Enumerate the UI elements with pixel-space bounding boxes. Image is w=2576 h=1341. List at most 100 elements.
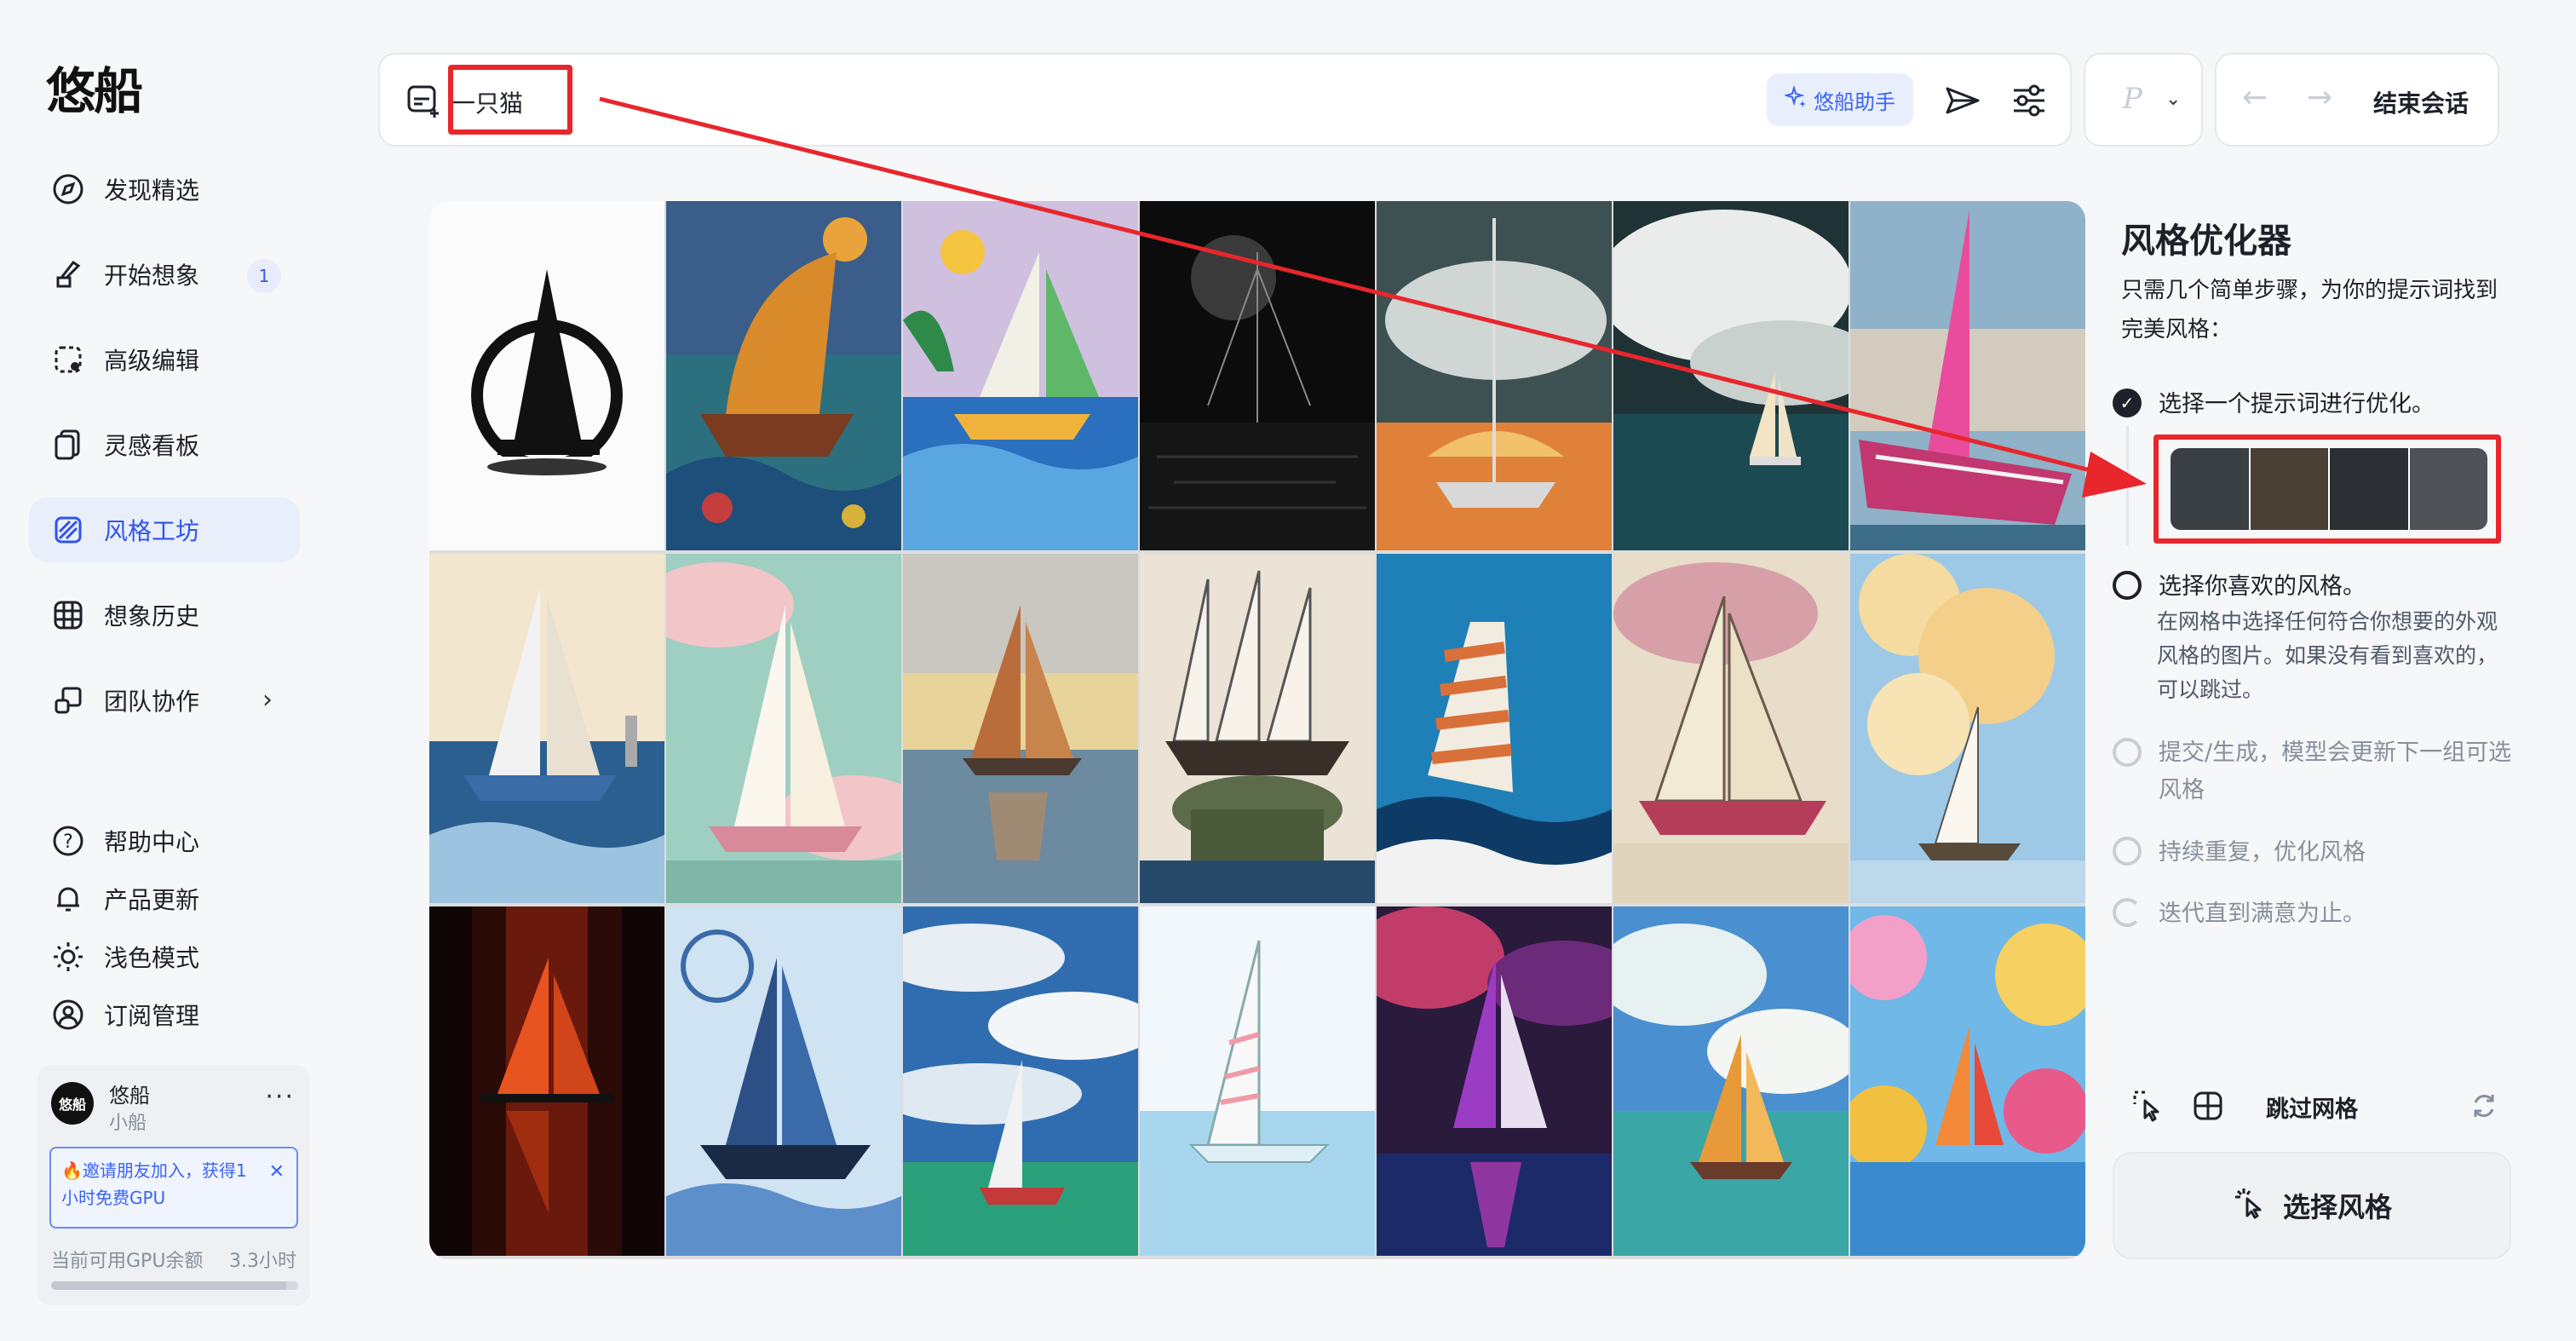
gpu-balance-bar	[51, 1281, 298, 1290]
step-connector	[2126, 426, 2129, 545]
nav-item-discover[interactable]: 发现精选	[29, 157, 300, 222]
subscription-link[interactable]: 订阅管理	[49, 993, 199, 1036]
nav-label: 风格工坊	[104, 517, 200, 545]
grid-image-16[interactable]	[666, 906, 901, 1256]
assistant-label: 悠船助手	[1814, 89, 1895, 114]
chevron-down-icon: ⌄	[2165, 89, 2182, 110]
step-label: 提交/生成，模型会更新下一组可选风格	[2159, 740, 2512, 803]
step-label: 选择一个提示词进行优化。	[2159, 391, 2435, 417]
skip-grid-button[interactable]: 跳过网格	[2266, 1091, 2358, 1124]
grid-image-21[interactable]	[1850, 906, 2085, 1256]
model-select[interactable]: P ⌄	[2084, 53, 2203, 147]
nav-label: 想象历史	[104, 602, 200, 630]
brush-icon	[49, 256, 87, 293]
product-updates-link[interactable]: 产品更新	[49, 878, 199, 920]
grid-icon[interactable]	[2189, 1087, 2227, 1125]
util-label: 订阅管理	[104, 1002, 200, 1030]
invite-banner[interactable]: 🔥邀请朋友加入，获得1小时免费GPU ✕	[49, 1147, 298, 1229]
refresh-icon	[2113, 898, 2142, 927]
arrow-right-icon[interactable]: →	[2307, 80, 2332, 115]
session-controls: ← → 结束会话	[2215, 53, 2499, 147]
sparkle-icon	[1783, 84, 1807, 113]
choose-style-label: 选择风格	[2282, 1191, 2392, 1223]
avatar[interactable]: 悠船	[51, 1082, 94, 1125]
grid-image-1[interactable]	[429, 201, 664, 550]
refresh-icon[interactable]	[2465, 1087, 2503, 1125]
annotation-highlight-prompt	[448, 65, 572, 135]
style-image-grid	[429, 201, 2085, 1259]
step-4: 持续重复，优化风格	[2113, 833, 2366, 866]
more-icon[interactable]: ···	[265, 1082, 295, 1112]
help-circle-icon: ?	[49, 822, 87, 860]
image-add-icon[interactable]	[404, 80, 445, 121]
nav-label: 团队协作	[104, 688, 200, 716]
grid-image-13[interactable]	[1613, 554, 1849, 903]
close-icon[interactable]: ✕	[269, 1159, 285, 1186]
compass-icon	[49, 170, 87, 208]
step-2: 选择你喜欢的风格。	[2113, 567, 2366, 601]
util-label: 产品更新	[104, 886, 200, 914]
grid-image-18[interactable]	[1140, 906, 1375, 1256]
util-label: 帮助中心	[104, 828, 200, 856]
step-label: 持续重复，优化风格	[2159, 839, 2366, 866]
notification-badge: 1	[247, 259, 281, 293]
annotation-highlight-thumbnails	[2153, 435, 2501, 544]
choose-style-button[interactable]: 选择风格	[2113, 1152, 2511, 1259]
grid-image-20[interactable]	[1613, 906, 1849, 1256]
grid-image-5[interactable]	[1377, 201, 1612, 550]
grid-image-17[interactable]	[903, 906, 1138, 1256]
pointer-select-icon[interactable]	[2130, 1087, 2167, 1125]
model-label: P	[2123, 82, 2142, 116]
nav-item-imagine[interactable]: 开始想象 1	[29, 242, 300, 307]
nav-label: 开始想象	[104, 262, 200, 290]
help-center-link[interactable]: ? 帮助中心	[49, 820, 199, 862]
step-3: 提交/生成，模型会更新下一组可选风格	[2113, 734, 2516, 809]
grid-image-15[interactable]	[429, 906, 664, 1256]
radio-icon	[2113, 738, 2142, 767]
grid-image-11[interactable]	[1140, 554, 1375, 903]
click-icon	[2232, 1185, 2266, 1226]
user-name: 悠船	[109, 1084, 150, 1108]
nav-item-board[interactable]: 灵感看板	[29, 412, 300, 477]
nav-label: 发现精选	[104, 176, 200, 204]
grid-image-12[interactable]	[1377, 554, 1612, 903]
team-icon	[49, 682, 87, 719]
cards-icon	[49, 426, 87, 463]
palette-icon	[49, 511, 87, 549]
grid-image-19[interactable]	[1377, 906, 1612, 1256]
app-logo[interactable]: 悠船	[46, 51, 143, 123]
bell-icon	[49, 880, 87, 918]
util-label: 浅色模式	[104, 944, 200, 972]
grid-image-9[interactable]	[666, 554, 901, 903]
nav-item-style[interactable]: 风格工坊	[29, 498, 300, 562]
grid-image-14[interactable]	[1850, 554, 2085, 903]
send-icon[interactable]	[1939, 77, 1987, 124]
arrow-left-icon[interactable]: ←	[2242, 80, 2268, 115]
chevron-right-icon: ›	[262, 685, 273, 715]
user-circle-icon	[49, 996, 87, 1033]
nav-label: 高级编辑	[104, 347, 200, 375]
grid-image-2[interactable]	[666, 201, 901, 550]
end-session-button[interactable]: 结束会话	[2373, 85, 2469, 119]
grid-image-4[interactable]	[1140, 201, 1375, 550]
grid-image-10[interactable]	[903, 554, 1138, 903]
theme-toggle[interactable]: 浅色模式	[49, 935, 199, 978]
grid-image-7[interactable]	[1850, 201, 2085, 550]
step-1: ✓ 选择一个提示词进行优化。	[2113, 385, 2435, 418]
step-5: 迭代直到满意为止。	[2113, 895, 2366, 928]
svg-text:?: ?	[63, 832, 73, 853]
gpu-balance-label: 当前可用GPU余额	[51, 1251, 204, 1272]
grid-image-8[interactable]	[429, 554, 664, 903]
user-card: 悠船 悠船 小船 ··· 🔥邀请朋友加入，获得1小时免费GPU ✕ 当前可用GP…	[37, 1065, 310, 1305]
nav-item-edit[interactable]: 高级编辑	[29, 327, 300, 392]
nav-item-team[interactable]: 团队协作 ›	[29, 668, 300, 733]
radio-icon	[2113, 571, 2142, 600]
sliders-icon[interactable]	[2005, 77, 2053, 124]
nav-item-history[interactable]: 想象历史	[29, 583, 300, 647]
grid-image-3[interactable]	[903, 201, 1138, 550]
panel-toolbar: 跳过网格	[2130, 1087, 2504, 1138]
step-label: 迭代直到满意为止。	[2159, 901, 2366, 927]
assistant-button[interactable]: 悠船助手	[1767, 73, 1913, 126]
grid-image-6[interactable]	[1613, 201, 1849, 550]
check-icon: ✓	[2113, 388, 2142, 417]
